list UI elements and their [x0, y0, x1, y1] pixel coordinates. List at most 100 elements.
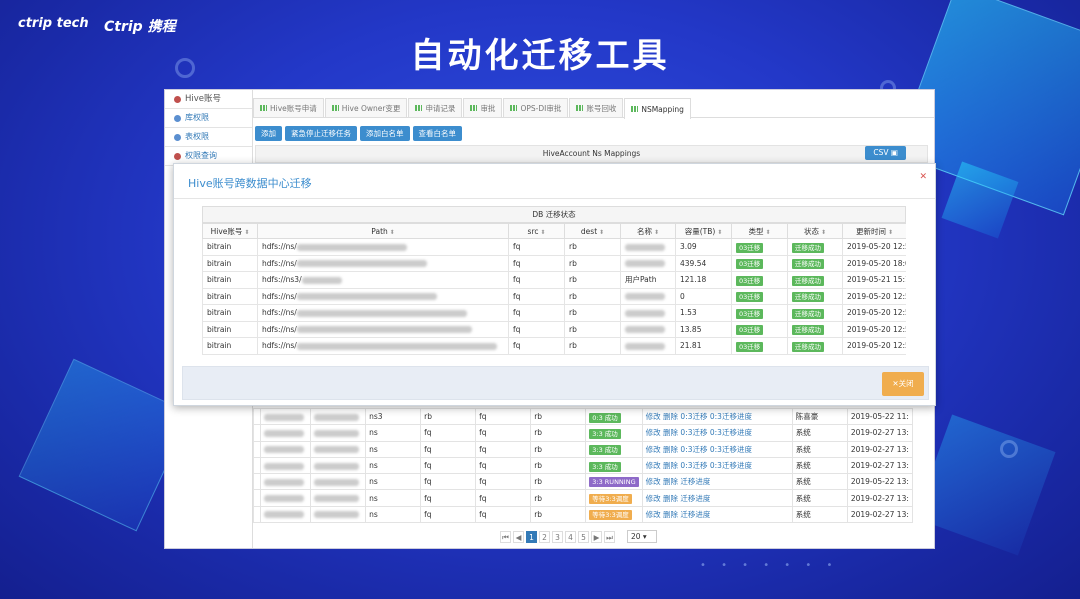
modal-title: Hive账号跨数据中心迁移 — [188, 177, 312, 190]
cell-status: 3:3 RUNNING — [585, 473, 643, 491]
tab-label: 申请记录 — [425, 103, 456, 113]
row-actions[interactable]: 修改 删除 0:3迁移 0:3迁移进度 — [646, 445, 752, 454]
page-button[interactable]: 4 — [565, 530, 576, 543]
tab-hive-apply[interactable]: Hive账号申请 — [253, 98, 324, 117]
close-button[interactable]: ✕关闭 — [882, 372, 924, 396]
page-size-select[interactable]: 20 ▾ — [627, 530, 657, 543]
add-button[interactable]: 添加 — [255, 126, 282, 141]
column-header[interactable]: dest ⬍ — [564, 223, 621, 239]
tab-apply-records[interactable]: 申请记录 — [408, 98, 463, 117]
table-row: ns3 rb fq rb 0:3 成功 修改 删除 0:3迁移 0:3迁移进度 陈喜豪 201… — [253, 407, 914, 426]
column-header[interactable]: 类型 ⬍ — [731, 223, 788, 239]
tab-ops-di-approval[interactable]: OPS-DI审批 — [503, 98, 569, 117]
path-text: hdfs://ns/ — [262, 324, 297, 334]
grid-icon — [331, 105, 339, 111]
tab-account-recycle[interactable]: 账号回收 — [569, 98, 624, 117]
path-text: hdfs://ns3/ — [262, 275, 302, 285]
sidebar-item-table-permission[interactable]: 表权限 — [165, 128, 252, 147]
row-actions[interactable]: 修改 删除 0:3迁移 0:3迁移进度 — [646, 412, 752, 421]
page-button[interactable]: 3 — [552, 530, 563, 543]
view-whitelist-button[interactable]: 查看白名单 — [412, 126, 462, 141]
path-text: hdfs://ns/ — [262, 341, 297, 351]
state-label: 迁移成功 — [792, 259, 824, 270]
cell-text: rb — [534, 412, 543, 422]
page-button[interactable]: 5 — [578, 530, 589, 543]
csv-export-button[interactable]: CSV ▣ — [865, 146, 906, 160]
cell-src: fq — [508, 304, 565, 322]
cell-state: 迁移成功 — [787, 320, 843, 338]
cell-text: fq — [424, 493, 432, 503]
row-actions[interactable]: 修改 删除 迁移进度 — [646, 477, 711, 486]
account-text: bitrain — [207, 275, 232, 285]
size-text: 121.18 — [680, 275, 707, 285]
table-row: bitrain hdfs://ns/fq rb 21.81 03迁移 迁移成功 2019-0… — [202, 337, 906, 355]
type-label: 03迁移 — [736, 292, 764, 303]
cell-src: fq — [420, 440, 477, 458]
cell-dest2: rb — [530, 440, 587, 458]
tab-label: 账号回收 — [586, 103, 617, 113]
cell-dest: fq — [475, 473, 532, 491]
cell-name — [620, 287, 676, 305]
cell-time: 2019-02-27 13: — [846, 440, 914, 458]
cell-time: 2019-05-20 12:58 — [842, 287, 906, 305]
column-header[interactable]: 容量(TB) ⬍ — [675, 223, 732, 239]
cell-account — [259, 456, 312, 475]
page-button[interactable]: 2 — [539, 530, 550, 543]
time-text: 2019-05-20 12:58 — [847, 308, 906, 318]
sidebar-item-label: 表权限 — [185, 132, 209, 141]
column-header[interactable]: Hive账号 ⬍ — [202, 223, 258, 239]
tab-nsmapping[interactable]: NSMapping — [624, 98, 691, 119]
cell-text: 3:3 成功 — [589, 445, 621, 456]
table-row: ns fq fq rb 3:3 RUNNING 修改 删除 迁移进度 系统 2019-05-2… — [253, 473, 914, 491]
column-header[interactable]: 名称 ⬍ — [620, 223, 676, 239]
last-page-button[interactable]: ⏭ — [604, 530, 615, 543]
cell-text: fq — [479, 461, 487, 471]
sort-icon: ⬍ — [387, 228, 395, 236]
cell-text: ns — [369, 444, 378, 454]
size-text: 3.09 — [680, 242, 697, 252]
state-label: 迁移成功 — [792, 242, 824, 253]
cell-text: 2019-02-27 13: — [850, 509, 909, 519]
cell-account: bitrain — [202, 238, 258, 256]
table-row: bitrain hdfs://ns3/fq rb 用户Path 121.18 03迁移 迁移… — [202, 271, 906, 289]
column-header[interactable]: 状态 ⬍ — [787, 223, 843, 239]
cell-owner: 系统 — [791, 489, 848, 507]
cell-ns: ns — [365, 456, 422, 475]
column-header[interactable]: src ⬍ — [508, 223, 565, 239]
slide-title: 自动化迁移工具 — [410, 36, 670, 76]
prev-page-button[interactable]: ◀ — [513, 530, 524, 543]
grid-icon — [260, 105, 267, 111]
column-header[interactable]: Path ⬍ — [257, 223, 509, 239]
cell-size: 1.53 — [675, 304, 732, 322]
cell-dest: fq — [475, 440, 532, 458]
sort-icon: ⬍ — [763, 228, 771, 236]
stop-migration-button[interactable]: 紧急停止迁移任务 — [285, 126, 357, 141]
row-actions[interactable]: 修改 删除 迁移进度 — [646, 494, 711, 503]
cell-account — [259, 473, 312, 491]
add-whitelist-button[interactable]: 添加白名单 — [360, 126, 410, 141]
cell-type: 03迁移 — [731, 238, 788, 256]
page-button[interactable]: 1 — [526, 530, 537, 543]
cell-time: 2019-02-27 13: — [846, 424, 914, 442]
tab-approval[interactable]: 审批 — [463, 98, 503, 117]
sidebar-item-db-permission[interactable]: 库权限 — [165, 109, 252, 128]
row-actions[interactable]: 修改 删除 迁移进度 — [646, 510, 711, 519]
cell-time: 2019-02-27 13: — [846, 456, 914, 475]
decorative-ring — [1000, 440, 1018, 458]
column-header[interactable]: 更新时间 ⬍ — [842, 223, 906, 239]
row-actions[interactable]: 修改 删除 0:3迁移 0:3迁移进度 — [646, 461, 752, 470]
row-actions[interactable]: 修改 删除 0:3迁移 0:3迁移进度 — [646, 428, 752, 437]
sidebar-item-hive-account[interactable]: Hive账号 — [165, 90, 252, 109]
cell-account — [259, 407, 312, 426]
first-page-button[interactable]: ⏮ — [500, 530, 511, 543]
redacted-text — [264, 413, 304, 421]
close-icon[interactable]: ✕ — [919, 172, 927, 182]
next-page-button[interactable]: ▶ — [591, 530, 602, 543]
grid-icon — [510, 105, 518, 111]
cell-owner: 系统 — [791, 473, 848, 491]
cell-text: 2019-05-22 13: — [850, 477, 909, 487]
cell-size: 13.85 — [675, 320, 732, 338]
cell-text: 系统 — [795, 477, 811, 487]
tab-owner-change[interactable]: Hive Owner变更 — [324, 98, 408, 117]
cell-time: 2019-05-20 12:58 — [842, 320, 906, 338]
